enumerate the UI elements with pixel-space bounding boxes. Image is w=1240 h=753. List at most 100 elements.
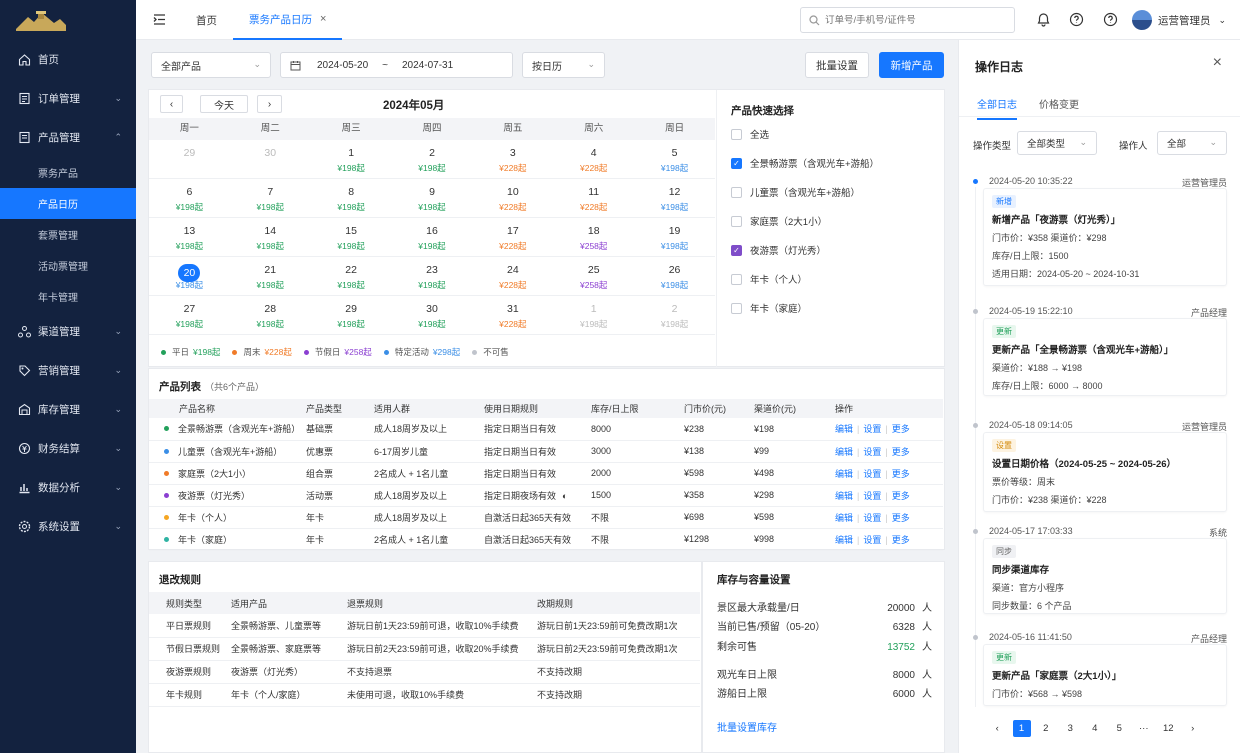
action-settings[interactable]: 设置 [863,447,881,457]
checkbox[interactable]: ✓ [731,244,742,256]
calendar-day[interactable]: 7 ¥198起 [229,179,311,218]
page-number[interactable]: 12 [1156,723,1181,734]
next-page-button[interactable]: › [1181,723,1206,734]
product-select[interactable]: 全部产品 ⌄ [151,52,271,78]
calendar-day[interactable]: 25 ¥258起 [553,257,635,296]
table-row[interactable]: 年卡（家庭） 年卡 2名成人 + 1名儿童 自激活日起365天有效 不限 ¥1298 ¥99… [149,528,943,551]
calendar-day[interactable]: 2 ¥198起 [634,296,715,335]
prev-month-button[interactable]: ‹ [160,95,183,113]
table-row[interactable]: 全景畅游票（含观光车+游船） 基础票 成人18周岁及以上 指定日期当日有效 8000 ¥2… [149,418,943,441]
calendar-day[interactable]: 1 ¥198起 [553,296,635,335]
action-settings[interactable]: 设置 [863,513,881,523]
calendar-day[interactable]: 31 ¥228起 [472,296,554,335]
checkbox[interactable] [731,273,742,285]
sidebar-item-order[interactable]: 订单管理 ⌄ [0,79,136,118]
batch-inventory-link[interactable]: 批量设置库存 [717,719,777,734]
calendar-day[interactable]: 15 ¥198起 [310,218,392,257]
sidebar-item-settings[interactable]: 系统设置 ⌄ [0,507,136,546]
checkbox[interactable] [731,302,742,314]
quick-select-item[interactable]: 全选 [731,127,769,141]
tab-product-calendar[interactable]: 票务产品日历 × [233,0,343,40]
calendar-day[interactable]: 1 ¥198起 [310,140,392,179]
log-card[interactable]: 更新 更新产品「家庭票（2大1小）」 门市价：¥568 → ¥598 [983,644,1227,706]
calendar-day[interactable]: 22 ¥198起 [310,257,392,296]
table-row[interactable]: 夜游票（灯光秀） 活动票 成人18周岁及以上 指定日期夜场有效 ◐ 1500 ¥358 ¥29… [149,484,943,507]
quick-select-item[interactable]: ✓ 全景畅游票（含观光车+游船） [731,156,879,170]
close-icon[interactable]: × [1213,54,1222,72]
action-edit[interactable]: 编辑 [835,424,853,434]
quick-select-item[interactable]: 年卡（个人） [731,272,807,286]
date-range-picker[interactable]: 2024-05-20 ~ 2024-07-31 [280,52,513,78]
bell-icon[interactable] [1036,12,1051,27]
calendar-day[interactable]: 5 ¥198起 [634,140,715,179]
search-input[interactable] [825,14,1005,26]
action-edit[interactable]: 编辑 [835,513,853,523]
calendar-day[interactable]: 27 ¥198起 [149,296,230,335]
operator-select[interactable]: 全部 ⌄ [1157,131,1227,155]
date-to[interactable]: 2024-07-31 [402,60,453,71]
prev-page-button[interactable]: ‹ [985,723,1010,734]
calendar-day[interactable]: 10 ¥228起 [472,179,554,218]
log-card[interactable]: 新增 新增产品「夜游票（灯光秀）」 门市价：¥358 渠道价：¥298 库存/日上限：… [983,188,1227,286]
page-number[interactable]: 2 [1034,723,1059,734]
menu-fold-icon[interactable] [152,12,167,27]
calendar-day[interactable]: 29 [149,140,230,179]
calendar-day[interactable]: 6 ¥198起 [149,179,230,218]
calendar-day[interactable]: 16 ¥198起 [391,218,473,257]
quick-select-item[interactable]: 年卡（家庭） [731,301,807,315]
page-number[interactable]: 5 [1107,723,1132,734]
sidebar-subitem[interactable]: 产品日历 [0,188,136,219]
calendar-day[interactable]: 24 ¥228起 [472,257,554,296]
action-edit[interactable]: 编辑 [835,469,853,479]
action-more[interactable]: 更多 [892,447,910,457]
action-more[interactable]: 更多 [892,491,910,501]
calendar-day[interactable]: 19 ¥198起 [634,218,715,257]
calendar-day[interactable]: 9 ¥198起 [391,179,473,218]
action-edit[interactable]: 编辑 [835,491,853,501]
action-settings[interactable]: 设置 [863,535,881,545]
calendar-day[interactable]: 17 ¥228起 [472,218,554,257]
calendar-day[interactable]: 18 ¥258起 [553,218,635,257]
sidebar-subitem[interactable]: 票务产品 [0,157,136,188]
calendar-day[interactable]: 13 ¥198起 [149,218,230,257]
page-number[interactable]: 3 [1058,723,1083,734]
add-product-button[interactable]: 新增产品 [879,52,944,78]
calendar-day[interactable]: 29 ¥198起 [310,296,392,335]
calendar-day[interactable]: 11 ¥228起 [553,179,635,218]
today-button[interactable]: 今天 [200,95,248,113]
calendar-day[interactable]: 14 ¥198起 [229,218,311,257]
sidebar-item-channel[interactable]: 渠道管理 ⌄ [0,312,136,351]
calendar-day[interactable]: 20 ¥198起 [149,257,230,296]
calendar-day[interactable]: 4 ¥228起 [553,140,635,179]
next-month-button[interactable]: › [257,95,282,113]
action-more[interactable]: 更多 [892,535,910,545]
calendar-day[interactable]: 21 ¥198起 [229,257,311,296]
calendar-day[interactable]: 23 ¥198起 [391,257,473,296]
log-card[interactable]: 更新 更新产品「全景畅游票（含观光车+游船）」 渠道价：¥188 → ¥198 库存/… [983,318,1227,396]
action-edit[interactable]: 编辑 [835,447,853,457]
action-more[interactable]: 更多 [892,513,910,523]
help-icon[interactable] [1069,12,1084,27]
table-row[interactable]: 儿童票（含观光车+游船） 优惠票 6-17周岁儿童 指定日期当日有效 3000 ¥138 ¥… [149,440,943,463]
question-icon[interactable] [1103,12,1118,27]
view-select[interactable]: 按日历 ⌄ [522,52,605,78]
logo[interactable] [0,0,136,40]
sidebar-item-marketing[interactable]: 营销管理 ⌄ [0,351,136,390]
sidebar-item-finance[interactable]: 财务结算 ⌄ [0,429,136,468]
checkbox[interactable] [731,215,742,227]
op-type-select[interactable]: 全部类型 ⌄ [1017,131,1097,155]
quick-select-item[interactable]: 儿童票（含观光车+游船） [731,185,860,199]
sidebar-item-analytics[interactable]: 数据分析 ⌄ [0,468,136,507]
calendar-day[interactable]: 26 ¥198起 [634,257,715,296]
search-box[interactable] [800,7,1015,33]
user-menu[interactable]: 运营管理员 ⌄ [1132,10,1226,30]
batch-settings-button[interactable]: 批量设置 [805,52,869,78]
quick-select-item[interactable]: ✓ 夜游票（灯光秀） [731,243,826,257]
calendar-day[interactable]: 30 [229,140,311,179]
action-settings[interactable]: 设置 [863,491,881,501]
tab-home[interactable]: 首页 [196,0,217,40]
calendar-day[interactable]: 3 ¥228起 [472,140,554,179]
sidebar-item-product[interactable]: 产品管理 ⌃ [0,118,136,157]
calendar-day[interactable]: 12 ¥198起 [634,179,715,218]
action-settings[interactable]: 设置 [863,424,881,434]
